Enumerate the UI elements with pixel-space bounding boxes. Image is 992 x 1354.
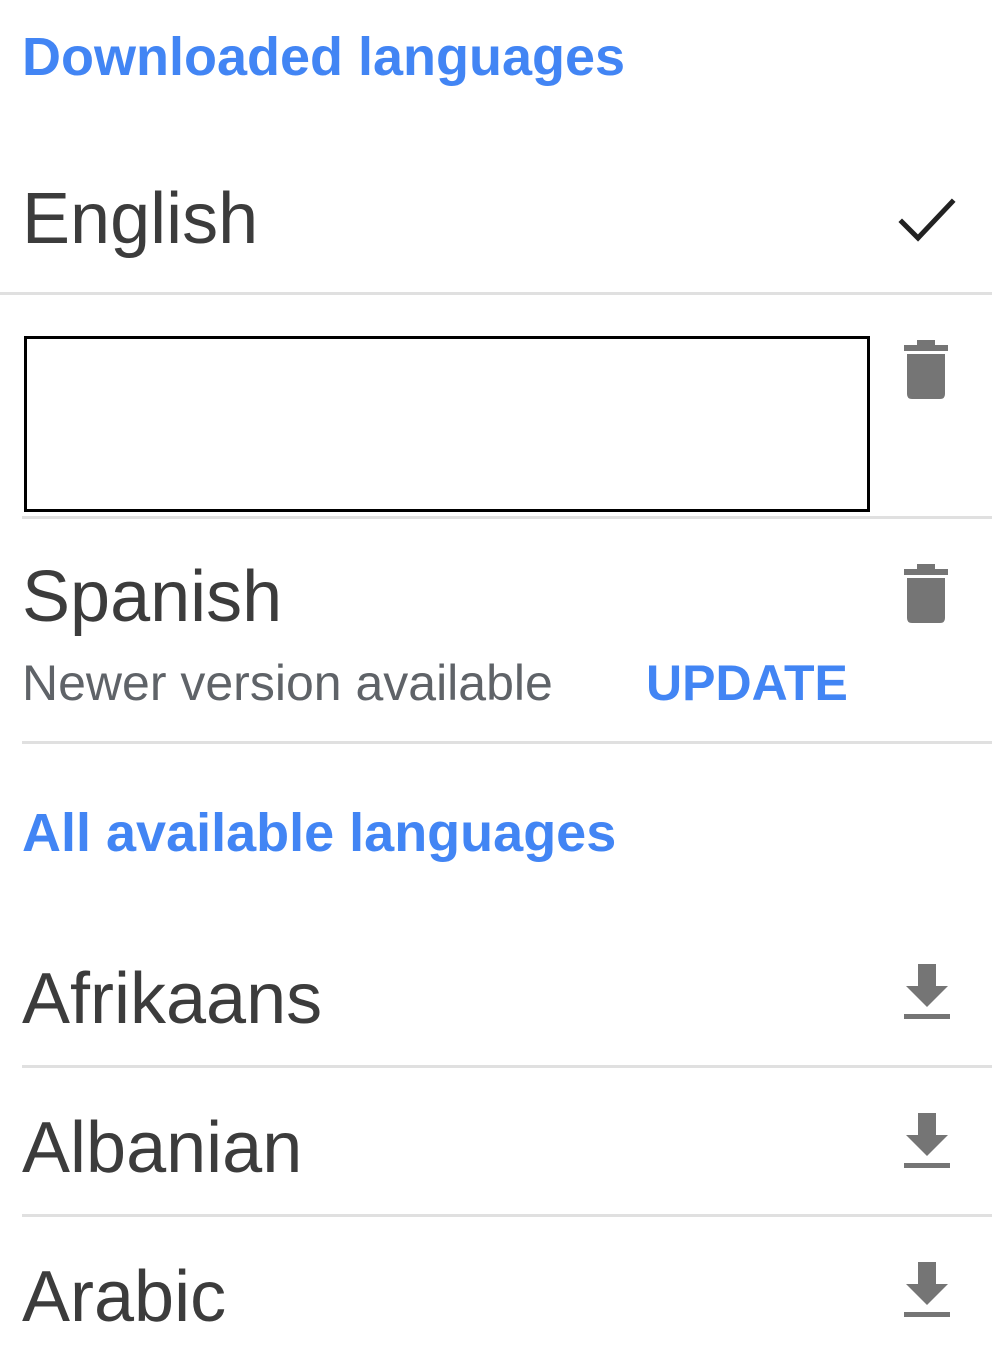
language-name: Spanish (22, 557, 283, 637)
update-button[interactable]: UPDATE (646, 654, 848, 712)
language-name: English (22, 179, 259, 259)
divider (22, 1214, 992, 1217)
divider (22, 741, 992, 744)
divider (0, 292, 992, 295)
trash-icon[interactable] (904, 340, 948, 400)
divider (22, 1065, 992, 1068)
language-name: Albanian (22, 1108, 303, 1188)
download-icon[interactable] (904, 1262, 950, 1318)
update-status-text: Newer version available (22, 655, 553, 711)
redacted-language-name (24, 336, 870, 512)
check-icon (898, 198, 956, 242)
all-available-languages-header: All available languages (22, 803, 617, 863)
language-name: Arabic (22, 1257, 227, 1337)
trash-icon[interactable] (904, 564, 948, 624)
downloaded-languages-header: Downloaded languages (22, 27, 626, 87)
divider (22, 516, 992, 519)
language-name: Afrikaans (22, 959, 323, 1039)
download-icon[interactable] (904, 964, 950, 1020)
download-icon[interactable] (904, 1113, 950, 1169)
